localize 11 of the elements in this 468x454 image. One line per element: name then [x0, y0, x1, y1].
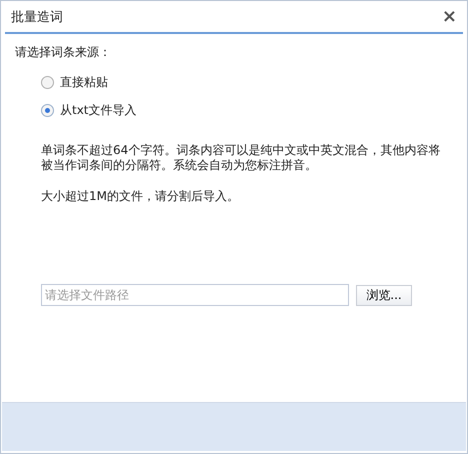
close-button[interactable]: ×	[438, 6, 461, 27]
radio-button[interactable]	[41, 104, 54, 116]
window-title: 批量造词	[11, 8, 63, 26]
radio-label[interactable]: 直接粘贴	[60, 74, 108, 90]
radio-label[interactable]: 从txt文件导入	[60, 102, 137, 118]
source-prompt: 请选择词条来源：	[15, 44, 112, 61]
radio-button[interactable]	[41, 76, 54, 88]
note-text: 大小超过1M的文件，请分割后导入。	[41, 189, 240, 204]
browse-button[interactable]: 浏览...	[356, 284, 412, 306]
file-path-field[interactable]: 请选择文件路径	[41, 284, 349, 306]
note-text: 单词条不超过64个字符。词条内容可以是纯中文或中英文混合，其他内容将被当作词条间的分隔符。系统会自动为您标注拼音。	[41, 143, 441, 173]
